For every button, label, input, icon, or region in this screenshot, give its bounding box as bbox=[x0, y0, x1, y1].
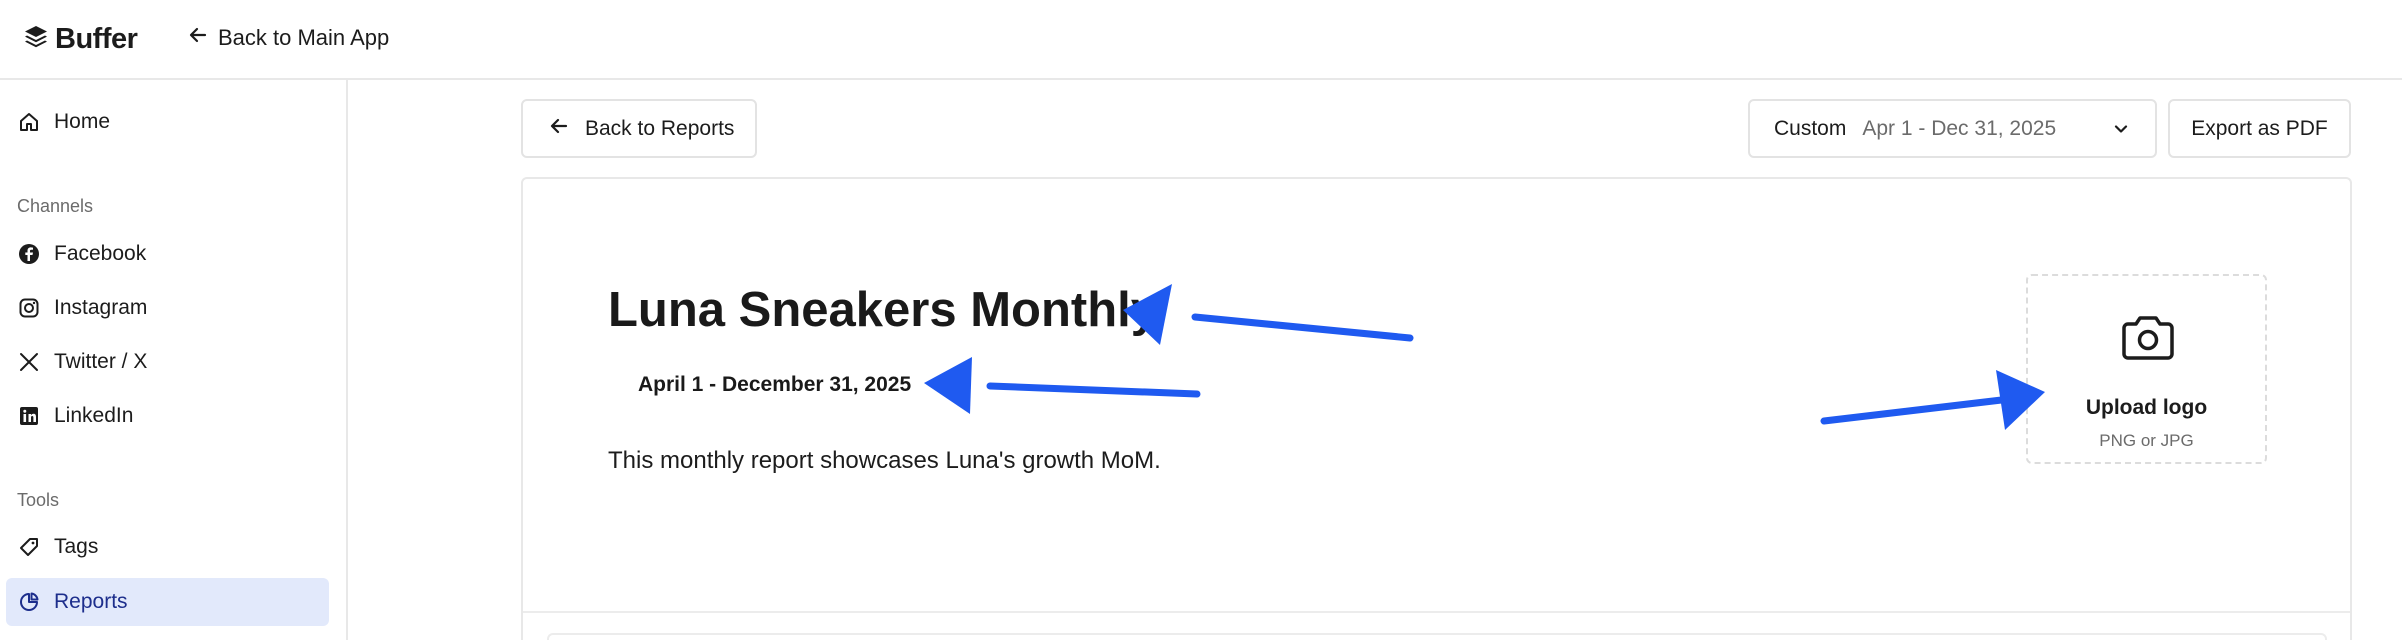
sidebar-item-label: LinkedIn bbox=[54, 404, 134, 427]
date-range-select[interactable]: Custom Apr 1 - Dec 31, 2025 bbox=[1748, 99, 2157, 158]
report-description[interactable]: This monthly report showcases Luna's gro… bbox=[608, 447, 1161, 475]
tag-icon bbox=[18, 536, 40, 558]
sidebar-item-label: Reports bbox=[54, 590, 128, 613]
sidebar-item-linkedin[interactable]: LinkedIn bbox=[6, 392, 329, 440]
sidebar: Home Channels Facebook Instagram Twitter… bbox=[0, 80, 348, 640]
export-pdf-label: Export as PDF bbox=[2191, 116, 2328, 140]
top-bar: Buffer Back to Main App bbox=[0, 0, 2402, 80]
back-to-main-app-label: Back to Main App bbox=[218, 25, 390, 50]
sidebar-item-label: Instagram bbox=[54, 296, 148, 319]
chevron-down-icon bbox=[2111, 119, 2131, 145]
sidebar-item-label: Facebook bbox=[54, 242, 147, 265]
section-divider bbox=[523, 611, 2350, 613]
report-dates[interactable]: April 1 - December 31, 2025 bbox=[638, 373, 911, 397]
sidebar-item-label: Twitter / X bbox=[54, 350, 148, 373]
back-to-reports-button[interactable]: Back to Reports bbox=[521, 99, 757, 158]
date-range-value: Apr 1 - Dec 31, 2025 bbox=[1862, 116, 2057, 140]
upload-logo-dropzone[interactable]: Upload logo PNG or JPG bbox=[2026, 274, 2267, 464]
buffer-logo-icon bbox=[23, 24, 49, 55]
tools-section-label: Tools bbox=[17, 490, 60, 510]
facebook-icon bbox=[18, 243, 40, 265]
camera-icon bbox=[2120, 314, 2176, 367]
sidebar-item-reports[interactable]: Reports bbox=[6, 578, 329, 626]
brand-name: Buffer bbox=[55, 22, 138, 55]
sidebar-item-twitter[interactable]: Twitter / X bbox=[6, 338, 329, 386]
back-to-reports-label: Back to Reports bbox=[585, 116, 735, 140]
report-card: Luna Sneakers Monthly April 1 - December… bbox=[521, 177, 2352, 640]
linkedin-icon bbox=[18, 405, 40, 427]
reports-icon bbox=[18, 591, 40, 613]
date-range-type: Custom bbox=[1774, 116, 1847, 140]
instagram-icon bbox=[18, 297, 40, 319]
upload-logo-label: Upload logo bbox=[2085, 396, 2208, 419]
home-icon bbox=[18, 111, 40, 133]
sidebar-item-instagram[interactable]: Instagram bbox=[6, 284, 329, 332]
sidebar-item-tags[interactable]: Tags bbox=[6, 523, 329, 571]
back-to-main-app-link[interactable]: Back to Main App bbox=[188, 20, 389, 56]
x-icon bbox=[18, 351, 40, 373]
report-title[interactable]: Luna Sneakers Monthly bbox=[608, 282, 1158, 338]
export-pdf-button[interactable]: Export as PDF bbox=[2168, 99, 2351, 158]
sidebar-item-label: Home bbox=[54, 110, 111, 133]
next-section-edge bbox=[547, 633, 2327, 640]
buffer-logo[interactable]: Buffer bbox=[23, 21, 138, 57]
channels-section-label: Channels bbox=[17, 196, 94, 216]
arrow-left-icon bbox=[549, 116, 569, 142]
arrow-left-icon bbox=[188, 25, 208, 51]
upload-logo-hint: PNG or JPG bbox=[2099, 431, 2194, 450]
sidebar-item-facebook[interactable]: Facebook bbox=[6, 230, 329, 278]
sidebar-item-home[interactable]: Home bbox=[6, 98, 329, 146]
sidebar-item-label: Tags bbox=[54, 535, 99, 558]
